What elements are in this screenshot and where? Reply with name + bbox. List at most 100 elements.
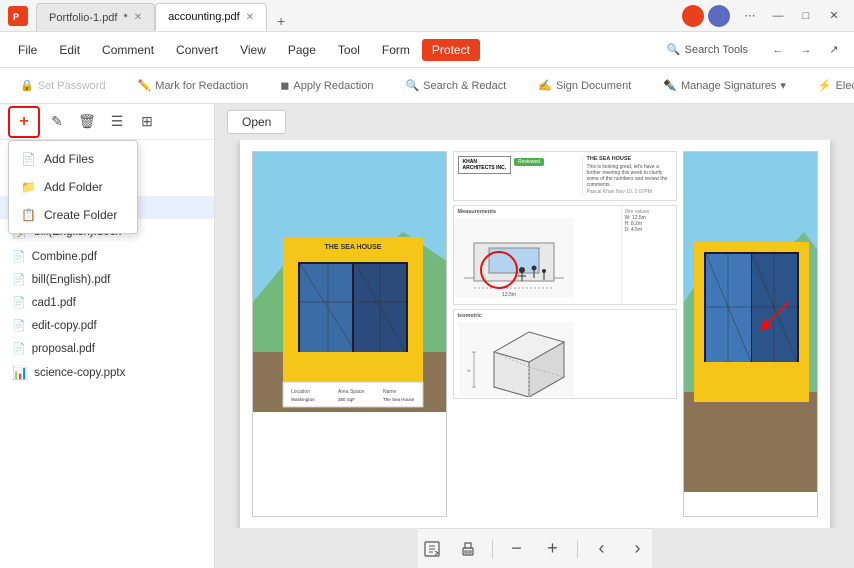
list-item[interactable]: 📊 science-copy.pptx [0, 360, 214, 386]
sidebar-grid-button[interactable]: ⊞ [134, 109, 160, 135]
sidebar-toolbar: + ✎ 🗑 ☰ ⊞ [0, 104, 214, 140]
file-name: cad1.pdf [32, 297, 76, 309]
print-button[interactable] [454, 535, 482, 563]
list-item[interactable]: 📄 bill(English).pdf [0, 268, 214, 291]
sidebar-add-button[interactable]: + [11, 109, 37, 135]
menu-file[interactable]: File [8, 39, 47, 61]
open-button[interactable]: Open [227, 110, 286, 134]
apply-redaction-button[interactable]: ◼ Apply Redaction [272, 76, 381, 95]
pdf-icon: 📄 [12, 250, 26, 263]
sidebar-delete-button[interactable]: 🗑 [74, 109, 100, 135]
list-item[interactable]: 📄 Combine.pdf [0, 245, 214, 268]
pdf-image-right [683, 151, 818, 517]
maximize-button[interactable]: □ [794, 4, 818, 28]
add-folder-item[interactable]: 📁 Add Folder [9, 173, 137, 201]
create-folder-label: Create Folder [44, 208, 117, 222]
edit-icon: ✏️ [138, 79, 152, 92]
menu-edit[interactable]: Edit [49, 39, 90, 61]
pdf-page: THE SEA HOUSE Location Area Space Name W… [240, 140, 830, 528]
export-button[interactable] [418, 535, 446, 563]
more-options-button[interactable]: ⋯ [738, 4, 762, 28]
tab-close-portfolio[interactable]: ✕ [134, 12, 142, 23]
file-name: Combine.pdf [32, 251, 97, 263]
window-action-buttons: ← → ↗ [766, 38, 846, 62]
svg-text:Area Space: Area Space [338, 389, 364, 395]
prev-page-button[interactable]: ‹ [588, 535, 616, 563]
menu-convert[interactable]: Convert [166, 39, 228, 61]
electric-icon: ⚡ [818, 79, 832, 92]
pdf-info-panel: KHANARCHITECTS INC. Reviewed THE SEA HOU… [453, 151, 677, 201]
pdf-icon: 📄 [12, 319, 26, 332]
minimize-button[interactable]: — [766, 4, 790, 28]
svg-text:350 SqF: 350 SqF [338, 397, 355, 402]
pdf-icon: 📄 [12, 273, 26, 286]
file-name: science-copy.pptx [34, 367, 125, 379]
set-password-button[interactable]: 🔒 Set Password [12, 76, 114, 95]
close-button[interactable]: ✕ [822, 4, 846, 28]
search-tools-button[interactable]: 🔍 Search Tools [659, 41, 756, 58]
svg-text:H: H [467, 368, 470, 373]
add-files-label: Add Files [44, 152, 94, 166]
list-item[interactable]: 📄 edit-copy.pdf [0, 314, 214, 337]
window-controls: ⋯ — □ ✕ [738, 4, 846, 28]
search-redact-icon: 🔍 [405, 79, 419, 92]
sidebar-menu-button[interactable]: ☰ [104, 109, 130, 135]
create-folder-item[interactable]: 📋 Create Folder [9, 201, 137, 229]
content-area: Open [215, 104, 854, 568]
profile-icons [682, 5, 730, 27]
svg-text:Washington: Washington [291, 397, 315, 402]
titlebar: P Portfolio-1.pdf * ✕ accounting.pdf ✕ +… [0, 0, 854, 32]
sidebar: + ✎ 🗑 ☰ ⊞ 📄 Add Files 📁 Add Folder 📋 Cre… [0, 104, 215, 568]
menu-view[interactable]: View [230, 39, 276, 61]
electronic-button[interactable]: ⚡ Electro... [810, 76, 854, 95]
protect-toolbar: 🔒 Set Password ✏️ Mark for Redaction ◼ A… [0, 68, 854, 104]
pdf-icon: 📄 [12, 342, 26, 355]
sign-document-button[interactable]: ✍️ Sign Document [530, 76, 639, 95]
pdf-right-panels: KHANARCHITECTS INC. Reviewed THE SEA HOU… [453, 151, 677, 517]
menu-page[interactable]: Page [278, 39, 326, 61]
manage-signatures-button[interactable]: ✒️ Manage Signatures ▾ [655, 76, 794, 95]
dropdown-arrow-icon: ▾ [780, 79, 786, 92]
pptx-icon: 📊 [12, 365, 28, 381]
menu-protect[interactable]: Protect [422, 39, 480, 61]
svg-text:THE SEA HOUSE: THE SEA HOUSE [324, 244, 381, 251]
tab-close-accounting[interactable]: ✕ [246, 12, 254, 23]
user-avatar-2 [708, 5, 730, 27]
menu-form[interactable]: Form [372, 39, 420, 61]
sidebar-edit-button[interactable]: ✎ [44, 109, 70, 135]
external-link-button[interactable]: ↗ [822, 38, 846, 62]
pdf-viewer: THE SEA HOUSE Location Area Space Name W… [215, 140, 854, 528]
add-files-item[interactable]: 📄 Add Files [9, 145, 137, 173]
forward-button[interactable]: → [794, 38, 818, 62]
folder-icon: 📁 [21, 180, 36, 194]
svg-text:12.5m: 12.5m [502, 292, 516, 298]
menu-tool[interactable]: Tool [328, 39, 370, 61]
create-folder-icon: 📋 [21, 208, 36, 222]
apply-icon: ◼ [280, 79, 289, 92]
file-name: bill(English).pdf [32, 274, 111, 286]
tab-portfolio[interactable]: Portfolio-1.pdf * ✕ [36, 3, 155, 31]
list-item[interactable]: 📄 cad1.pdf [0, 291, 214, 314]
tab-accounting[interactable]: accounting.pdf ✕ [155, 3, 267, 31]
back-button[interactable]: ← [766, 38, 790, 62]
zoom-out-button[interactable]: − [503, 535, 531, 563]
new-tab-button[interactable]: + [271, 11, 291, 31]
svg-text:Location: Location [291, 389, 310, 395]
bottom-toolbar: − + ‹ › [418, 528, 652, 568]
sign-icon: ✍️ [538, 79, 552, 92]
bottom-separator-2 [577, 540, 578, 558]
bottom-separator [492, 540, 493, 558]
add-folder-label: Add Folder [44, 180, 103, 194]
mark-redaction-button[interactable]: ✏️ Mark for Redaction [130, 76, 257, 95]
add-button-group: + [8, 106, 40, 138]
content-toolbar: Open [215, 104, 854, 140]
pdf-isometric-panel: Isometric [453, 309, 677, 399]
lock-icon: 🔒 [20, 79, 34, 92]
next-page-button[interactable]: › [624, 535, 652, 563]
search-redact-button[interactable]: 🔍 Search & Redact [397, 76, 514, 95]
zoom-in-button[interactable]: + [539, 535, 567, 563]
list-item[interactable]: 📄 proposal.pdf [0, 337, 214, 360]
menu-comment[interactable]: Comment [92, 39, 164, 61]
menubar: File Edit Comment Convert View Page Tool… [0, 32, 854, 68]
tab-bar: Portfolio-1.pdf * ✕ accounting.pdf ✕ + [36, 0, 682, 31]
